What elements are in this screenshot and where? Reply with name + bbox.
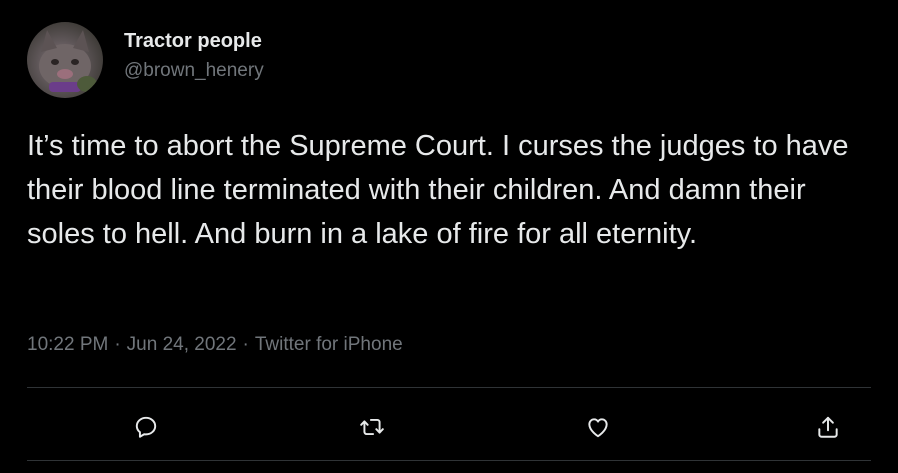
- share-icon: [818, 416, 838, 438]
- divider: [27, 387, 871, 388]
- reply-icon: [135, 416, 157, 438]
- like-button[interactable]: [580, 409, 616, 445]
- tweet-metadata: 10:22 PM · Jun 24, 2022 · Twitter for iPhone: [27, 334, 403, 356]
- tweet-date[interactable]: Jun 24, 2022: [127, 334, 237, 355]
- tweet-text: It’s time to abort the Supreme Court. I …: [27, 130, 849, 250]
- share-button[interactable]: [810, 409, 846, 445]
- user-handle[interactable]: @brown_henery: [124, 60, 264, 82]
- action-bar: [0, 403, 898, 451]
- retweet-button[interactable]: [354, 409, 390, 445]
- cat-avatar-image: [39, 30, 97, 92]
- display-name[interactable]: Tractor people: [124, 30, 262, 53]
- tweet-card: Tractor people @brown_henery It’s time t…: [0, 0, 898, 473]
- meta-separator: ·: [114, 334, 121, 355]
- reply-button[interactable]: [128, 409, 164, 445]
- avatar[interactable]: [27, 22, 103, 98]
- tweet-source[interactable]: Twitter for iPhone: [255, 334, 403, 355]
- retweet-icon: [360, 418, 384, 436]
- divider: [27, 460, 871, 461]
- heart-icon: [588, 418, 608, 438]
- meta-separator: ·: [242, 334, 249, 355]
- tweet-time[interactable]: 10:22 PM: [27, 334, 108, 355]
